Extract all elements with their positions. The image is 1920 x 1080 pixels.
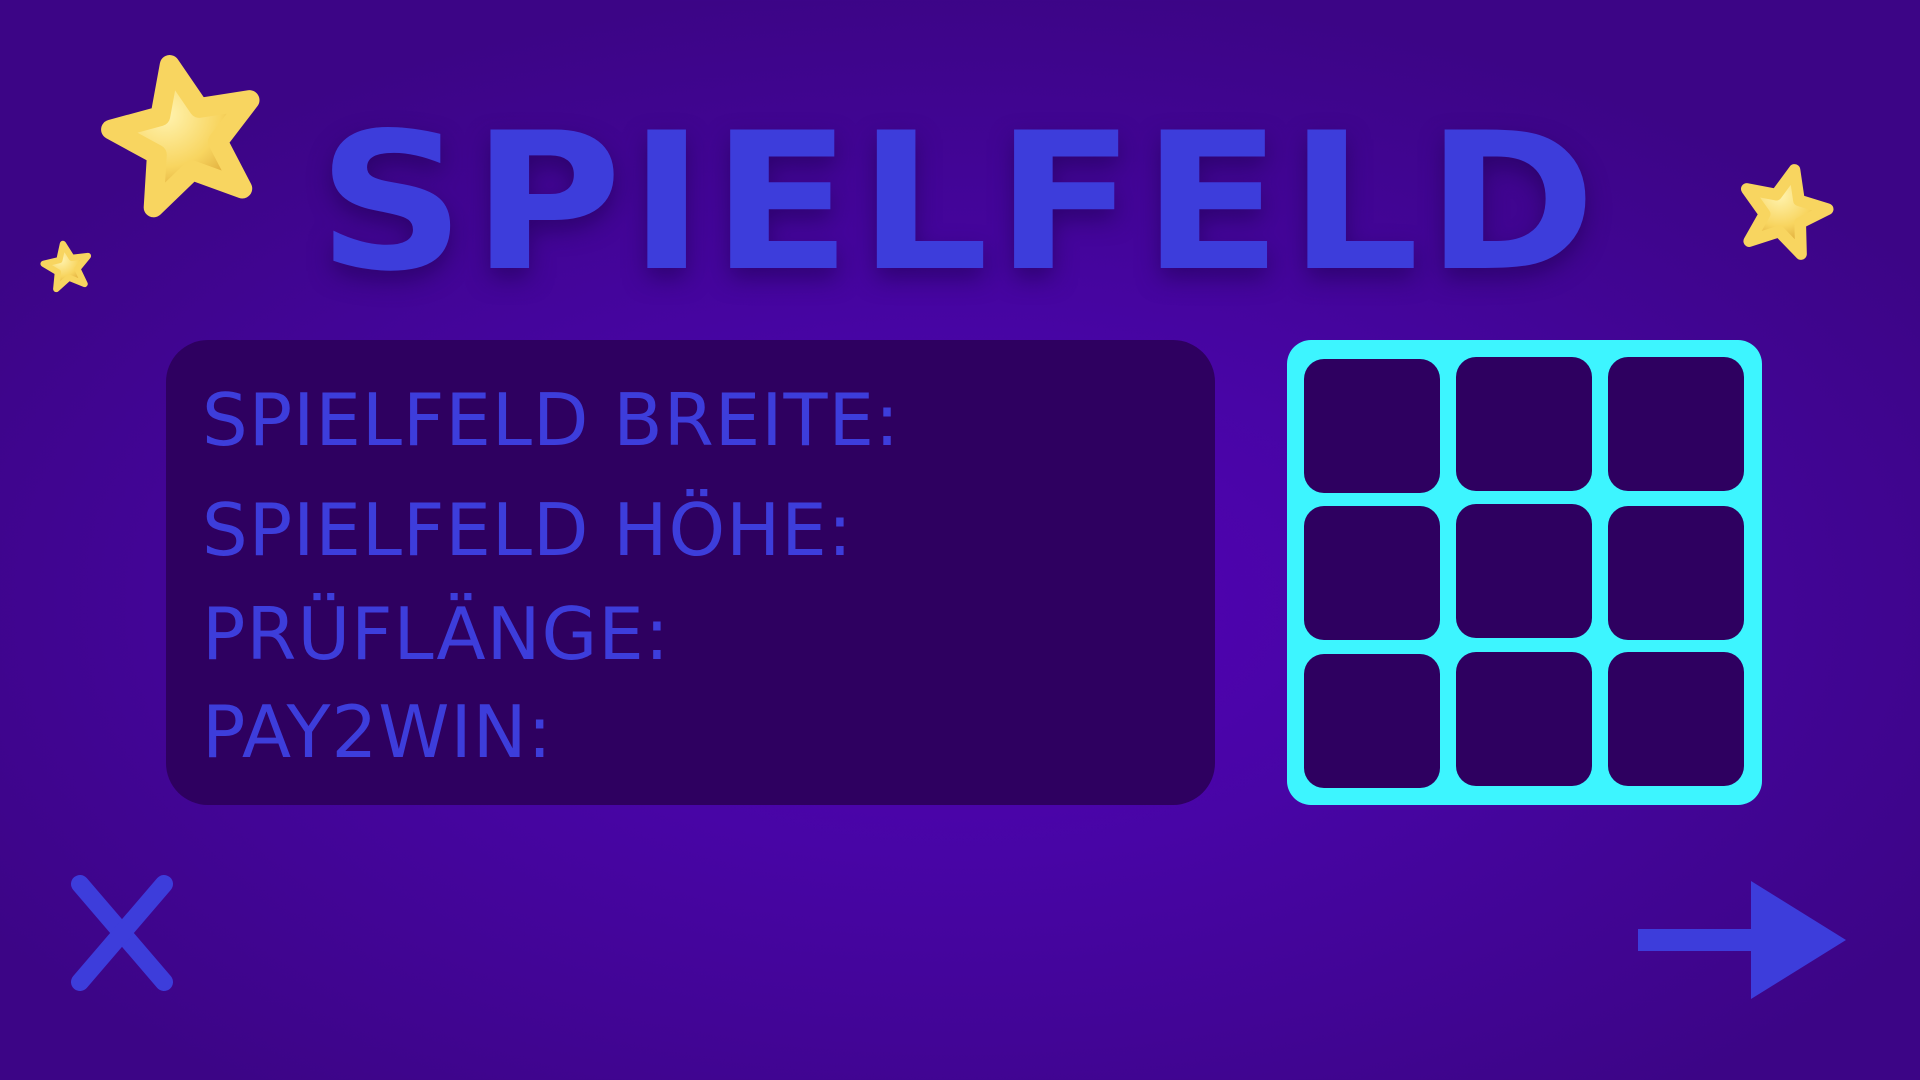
grid-cell[interactable]: [1608, 357, 1744, 491]
grid-cell[interactable]: [1304, 506, 1440, 640]
setting-label-check-length: PRÜFLÄNGE:: [202, 592, 670, 676]
grid-cell[interactable]: [1304, 359, 1440, 493]
grid-cell[interactable]: [1304, 654, 1440, 788]
grid-cell[interactable]: [1456, 504, 1592, 638]
setting-label-pay2win: PAY2WIN:: [202, 690, 553, 774]
settings-panel: SPIELFELD BREITE: SPIELFELD HÖHE: PRÜFLÄ…: [166, 340, 1215, 805]
page-title: SPIELFELD: [317, 92, 1603, 313]
grid-cell[interactable]: [1456, 652, 1592, 786]
grid-cell[interactable]: [1608, 506, 1744, 640]
grid-cell[interactable]: [1608, 652, 1744, 786]
grid-cell[interactable]: [1456, 357, 1592, 491]
cancel-button[interactable]: [64, 868, 184, 998]
board-preview-grid: [1287, 340, 1762, 805]
setting-label-height: SPIELFELD HÖHE:: [202, 488, 854, 572]
setting-label-width: SPIELFELD BREITE:: [202, 378, 901, 462]
arrow-right-icon: [1638, 881, 1846, 999]
close-icon: [71, 875, 173, 991]
next-button[interactable]: [1636, 878, 1848, 1002]
